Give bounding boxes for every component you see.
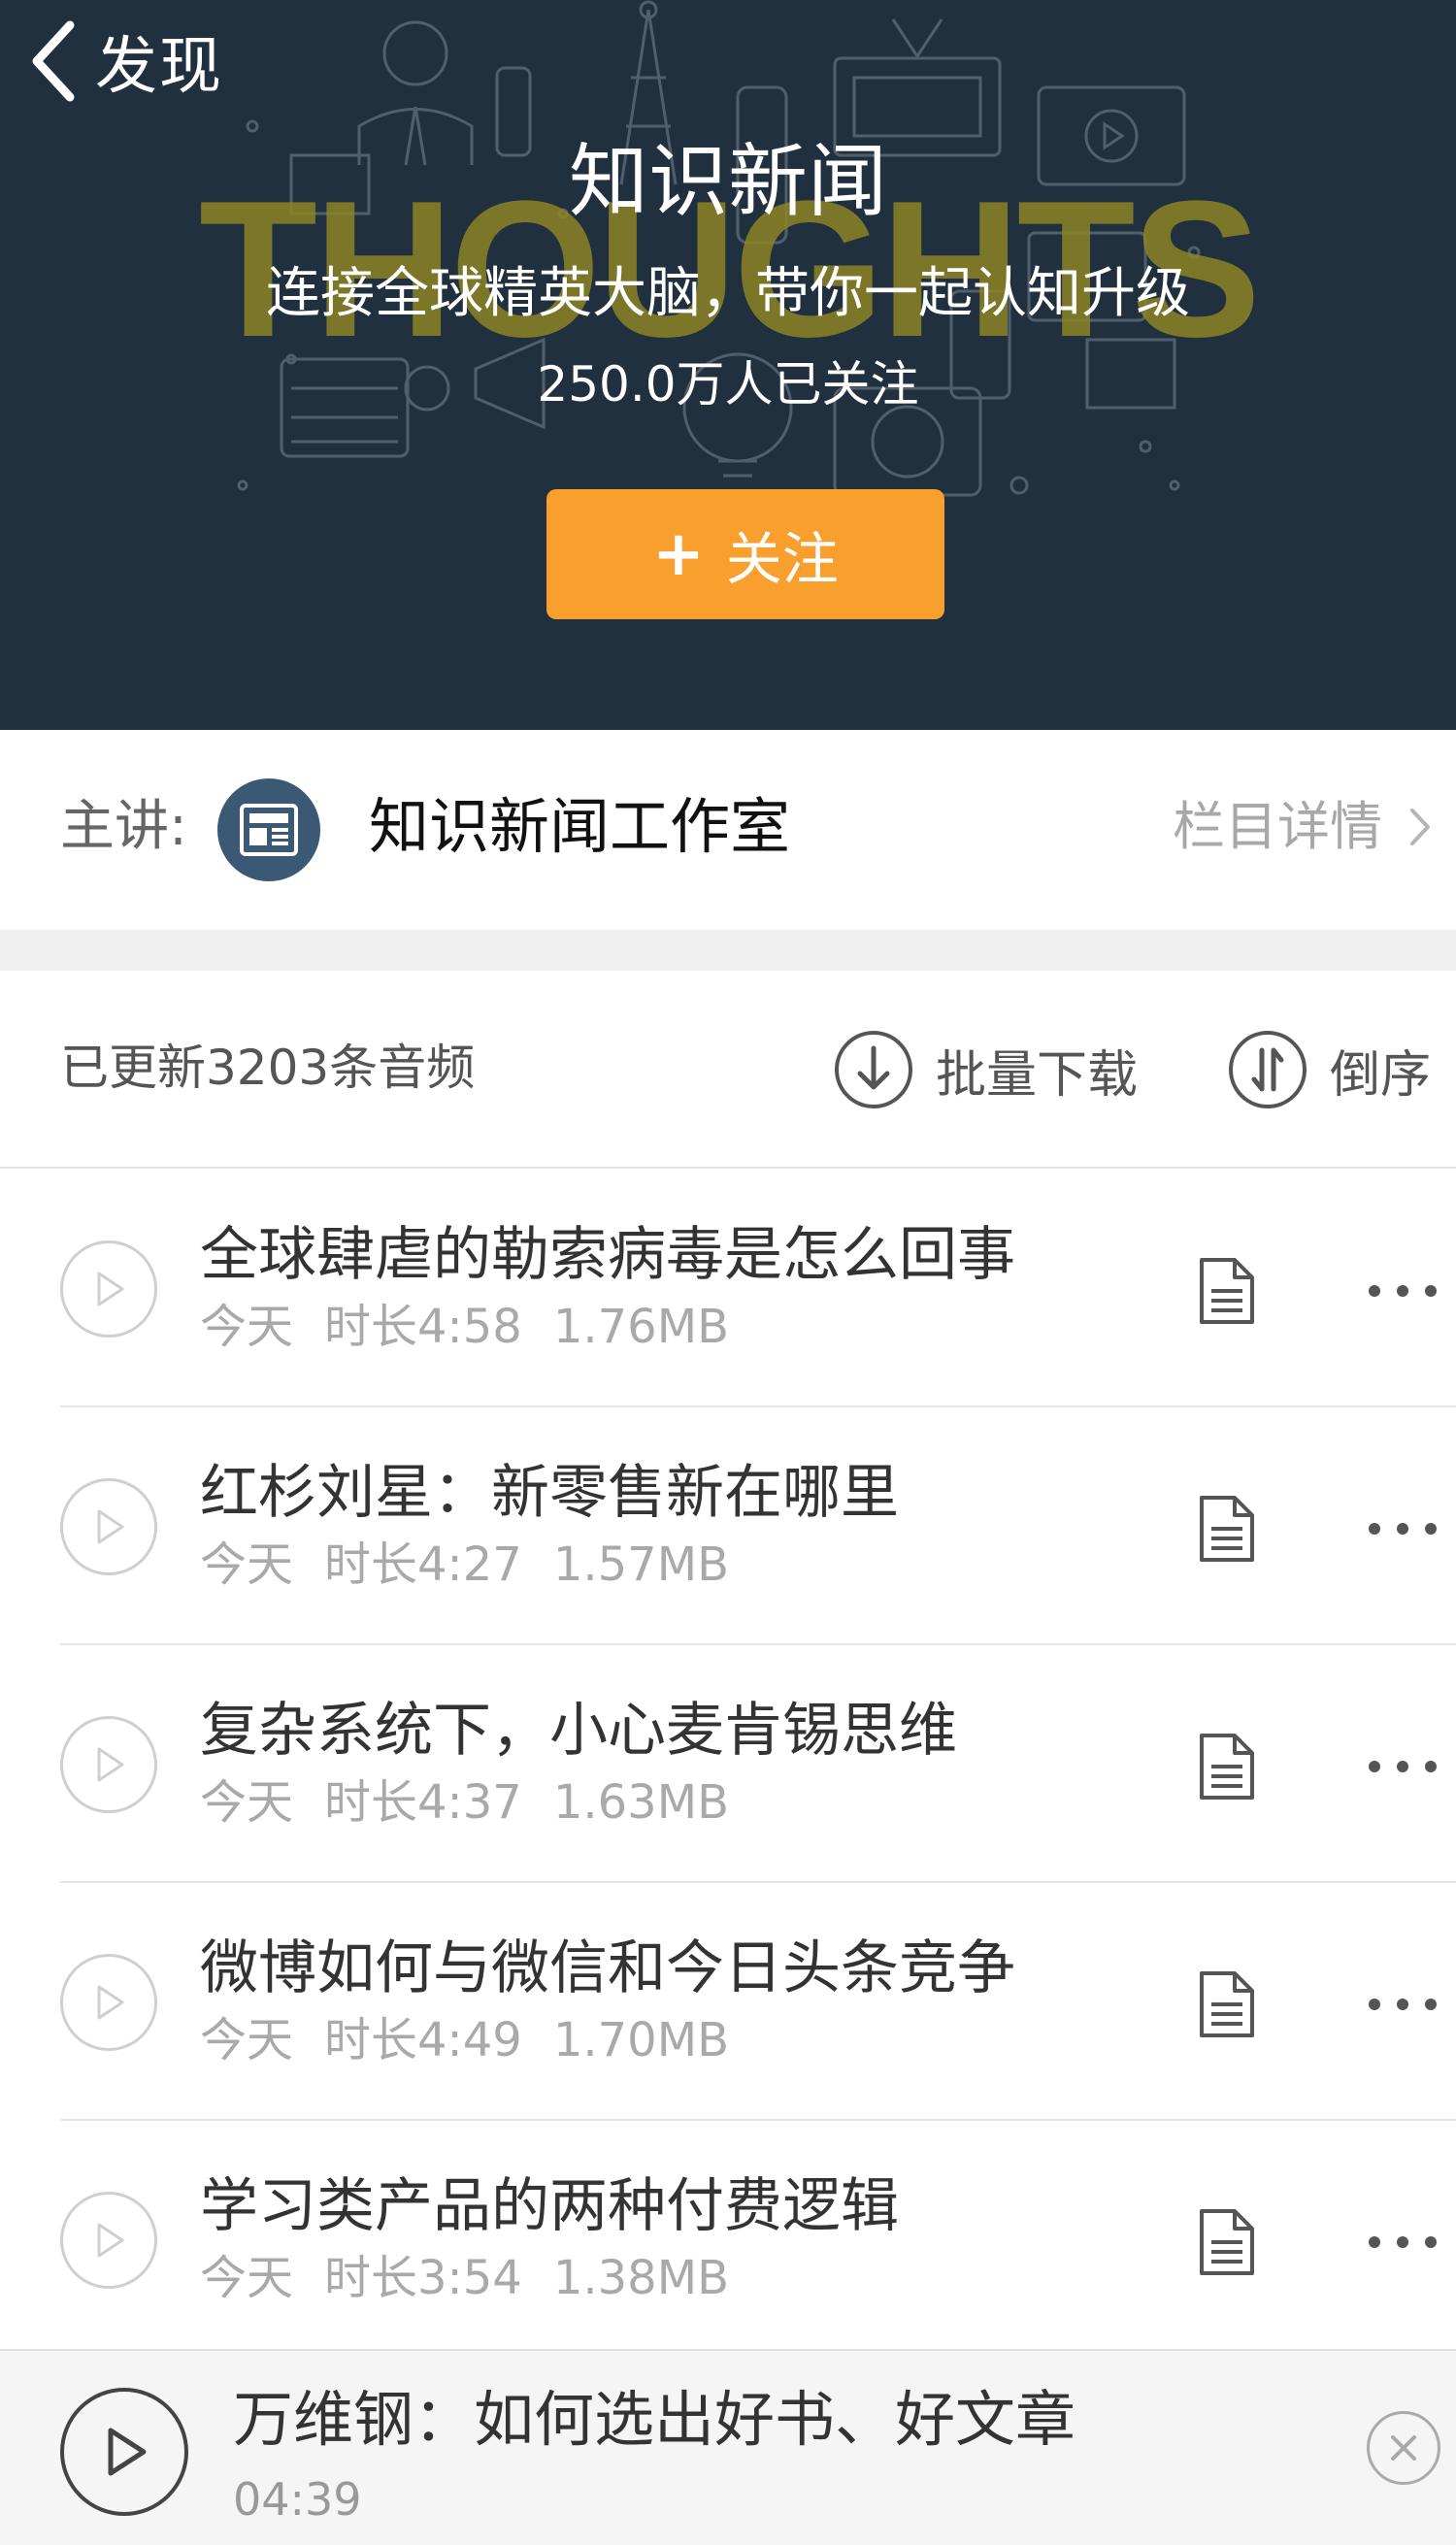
section-gap xyxy=(0,930,1456,971)
divider xyxy=(60,1643,1456,1645)
batch-download-label: 批量下载 xyxy=(936,1045,1139,1105)
episode-play-button[interactable] xyxy=(60,1478,157,1575)
download-icon xyxy=(835,1031,912,1108)
episode-size: 1.38MB xyxy=(552,2251,730,2305)
back-label: 发现 xyxy=(95,31,223,103)
follow-label: 关注 xyxy=(725,526,839,592)
plus-icon: + xyxy=(652,518,705,590)
batch-download-button[interactable]: 批量下载 xyxy=(833,1029,1138,1110)
episode-item[interactable]: 全球肆虐的勒索病毒是怎么回事 今天 时长4:58 1.76MB xyxy=(0,1171,1456,1407)
episode-item[interactable]: 复杂系统下，小心麦肯锡思维 今天 时长4:37 1.63MB xyxy=(0,1646,1456,1883)
player-time: 04:39 xyxy=(233,2473,362,2526)
episode-size: 1.70MB xyxy=(552,2013,730,2067)
follow-button[interactable]: + 关注 xyxy=(546,489,944,619)
host-row: 主讲: 知识新闻工作室 栏目详情 xyxy=(0,730,1456,930)
episode-title: 全球肆虐的勒索病毒是怎么回事 xyxy=(200,1221,1015,1289)
play-icon xyxy=(97,1272,124,1306)
sort-icon xyxy=(1229,1031,1307,1108)
play-icon xyxy=(97,2223,124,2258)
episode-meta: 今天 时长3:54 1.38MB xyxy=(200,2246,760,2310)
more-options-button[interactable] xyxy=(1369,2229,1437,2256)
episode-date: 今天 xyxy=(200,1537,294,1592)
episode-title: 复杂系统下，小心麦肯锡思维 xyxy=(200,1697,957,1765)
chevron-left-icon xyxy=(32,20,75,102)
list-toolbar: 已更新3203条音频 批量下载 倒序 xyxy=(0,971,1456,1169)
episode-duration: 时长4:37 xyxy=(324,1775,522,1830)
episode-size: 1.63MB xyxy=(552,1775,730,1830)
divider xyxy=(60,1405,1456,1407)
column-detail-link[interactable]: 栏目详情 xyxy=(1173,788,1431,866)
column-page: 发现 THOUGHTS 知识新闻 连接全球精英大脑，带你一起认知升级 250.0… xyxy=(0,0,1456,2545)
play-icon xyxy=(97,1747,124,1782)
episode-meta: 今天 时长4:58 1.76MB xyxy=(200,1295,760,1359)
episode-meta: 今天 时长4:27 1.57MB xyxy=(200,1533,760,1597)
episode-size: 1.76MB xyxy=(552,1300,730,1354)
document-icon[interactable] xyxy=(1196,1969,1258,2039)
episode-item[interactable]: 学习类产品的两种付费逻辑 今天 时长3:54 1.38MB xyxy=(0,2122,1456,2359)
host-label: 主讲: xyxy=(60,795,187,858)
episode-play-button[interactable] xyxy=(60,1240,157,1338)
player-play-button[interactable] xyxy=(60,2388,188,2516)
more-options-button[interactable] xyxy=(1369,1277,1437,1305)
episode-title: 学习类产品的两种付费逻辑 xyxy=(200,2172,899,2240)
column-detail-label: 栏目详情 xyxy=(1173,796,1382,857)
host-avatar xyxy=(217,778,320,881)
episode-size: 1.57MB xyxy=(552,1537,730,1592)
episode-play-button[interactable] xyxy=(60,1716,157,1813)
divider xyxy=(60,1881,1456,1883)
play-icon xyxy=(97,1985,124,2020)
episode-play-button[interactable] xyxy=(60,1954,157,2051)
chevron-right-icon xyxy=(1410,809,1430,845)
episode-title: 微博如何与微信和今日头条竞争 xyxy=(200,1934,1015,2002)
document-icon[interactable] xyxy=(1196,1494,1258,1564)
document-icon[interactable] xyxy=(1196,1732,1258,1801)
sort-order-label: 倒序 xyxy=(1330,1045,1432,1105)
more-options-button[interactable] xyxy=(1369,1991,1437,2018)
episode-meta: 今天 时长4:49 1.70MB xyxy=(200,2008,760,2072)
episode-meta: 今天 时长4:37 1.63MB xyxy=(200,1770,760,1834)
divider xyxy=(60,2119,1456,2121)
follower-count: 250.0万人已关注 xyxy=(537,356,919,413)
newspaper-icon xyxy=(240,804,298,856)
episode-item[interactable]: 微博如何与微信和今日头条竞争 今天 时长4:49 1.70MB xyxy=(0,1884,1456,2121)
close-icon xyxy=(1391,2435,1416,2461)
document-icon[interactable] xyxy=(1196,1256,1258,1326)
column-header: 发现 THOUGHTS 知识新闻 连接全球精英大脑，带你一起认知升级 250.0… xyxy=(0,0,1456,730)
sort-order-button[interactable]: 倒序 xyxy=(1227,1029,1431,1110)
document-icon[interactable] xyxy=(1196,2207,1258,2277)
player-title: 万维钢：如何选出好书、好文章 xyxy=(233,2384,1076,2455)
player-close-button[interactable] xyxy=(1367,2411,1440,2485)
episode-play-button[interactable] xyxy=(60,2192,157,2289)
play-icon xyxy=(97,1509,124,1544)
episode-date: 今天 xyxy=(200,1300,294,1354)
episode-count: 已更新3203条音频 xyxy=(60,1040,476,1096)
column-subtitle: 连接全球精英大脑，带你一起认知升级 xyxy=(266,262,1190,325)
host-name: 知识新闻工作室 xyxy=(369,791,791,862)
episode-date: 今天 xyxy=(200,2013,294,2067)
episode-duration: 时长3:54 xyxy=(324,2251,522,2305)
column-title: 知识新闻 xyxy=(568,136,887,228)
episode-duration: 时长4:58 xyxy=(324,1300,522,1354)
episode-duration: 时长4:27 xyxy=(324,1537,522,1592)
back-button[interactable]: 发现 xyxy=(27,17,223,105)
more-options-button[interactable] xyxy=(1369,1515,1437,1542)
play-icon xyxy=(108,2428,147,2476)
more-options-button[interactable] xyxy=(1369,1753,1437,1780)
episode-duration: 时长4:49 xyxy=(324,2013,522,2067)
episode-item[interactable]: 红杉刘星：新零售新在哪里 今天 时长4:27 1.57MB xyxy=(0,1408,1456,1645)
episode-title: 红杉刘星：新零售新在哪里 xyxy=(200,1459,899,1527)
episode-date: 今天 xyxy=(200,1775,294,1830)
episode-date: 今天 xyxy=(200,2251,294,2305)
mini-player[interactable]: 万维钢：如何选出好书、好文章 04:39 xyxy=(0,2349,1456,2545)
